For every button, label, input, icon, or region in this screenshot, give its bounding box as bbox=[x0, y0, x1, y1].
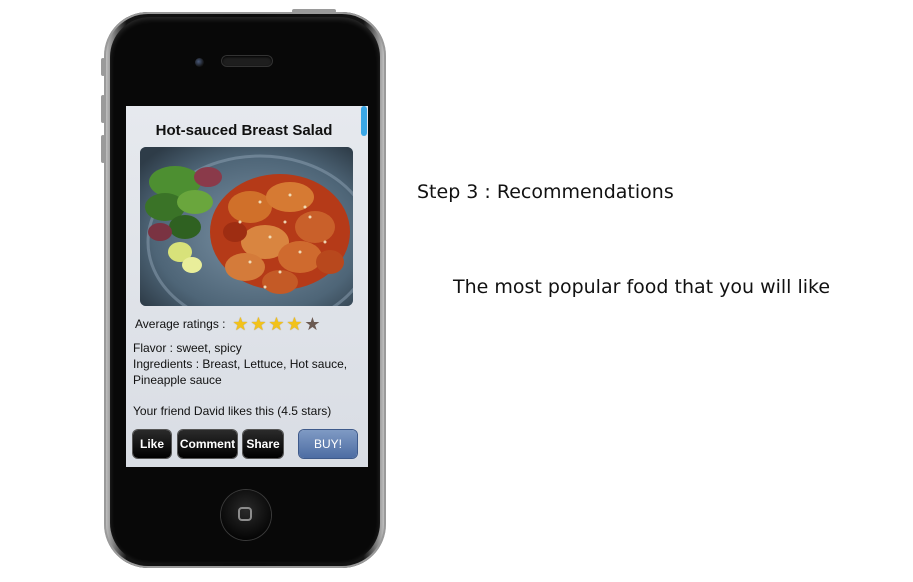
step-caption: Step 3 : Recommendations bbox=[417, 181, 674, 203]
rating-row: Average ratings : ★ ★ ★ ★ ★ bbox=[135, 315, 322, 333]
earpiece-speaker bbox=[222, 56, 272, 66]
ingredients-text: Ingredients : Breast, Lettuce, Hot sauce… bbox=[133, 357, 348, 371]
home-button[interactable] bbox=[221, 490, 271, 540]
rating-label: Average ratings : bbox=[135, 317, 226, 331]
flavor-text: Flavor : sweet, spicy bbox=[133, 341, 242, 355]
volume-up-button bbox=[101, 95, 105, 123]
recipe-title: Hot-sauced Breast Salad bbox=[155, 122, 333, 139]
front-camera-icon bbox=[195, 58, 204, 67]
comment-button[interactable]: Comment bbox=[178, 430, 237, 458]
rating-stars[interactable]: ★ ★ ★ ★ ★ bbox=[232, 315, 322, 333]
mute-switch bbox=[101, 58, 105, 76]
food-photo[interactable] bbox=[140, 147, 353, 306]
ingredients-text-continued: Pineapple sauce bbox=[133, 373, 222, 387]
star-icon[interactable]: ★ bbox=[304, 315, 322, 333]
star-icon[interactable]: ★ bbox=[286, 315, 304, 333]
volume-down-button bbox=[101, 135, 105, 163]
friend-note: Your friend David likes this (4.5 stars) bbox=[133, 404, 332, 418]
app-screen: Hot-sauced Breast Salad Average ratings … bbox=[126, 106, 368, 467]
scroll-indicator[interactable] bbox=[361, 106, 367, 136]
like-button[interactable]: Like bbox=[133, 430, 171, 458]
recipe-details: Flavor : sweet, spicy Ingredients : Brea… bbox=[133, 340, 347, 388]
power-button bbox=[292, 9, 336, 13]
star-icon[interactable]: ★ bbox=[250, 315, 268, 333]
buy-button[interactable]: BUY! bbox=[299, 430, 357, 458]
share-button[interactable]: Share bbox=[243, 430, 283, 458]
food-photo-image bbox=[140, 147, 353, 306]
home-square-icon bbox=[238, 507, 252, 521]
star-icon[interactable]: ★ bbox=[268, 315, 286, 333]
star-icon[interactable]: ★ bbox=[232, 315, 250, 333]
description-caption: The most popular food that you will like bbox=[453, 276, 831, 298]
